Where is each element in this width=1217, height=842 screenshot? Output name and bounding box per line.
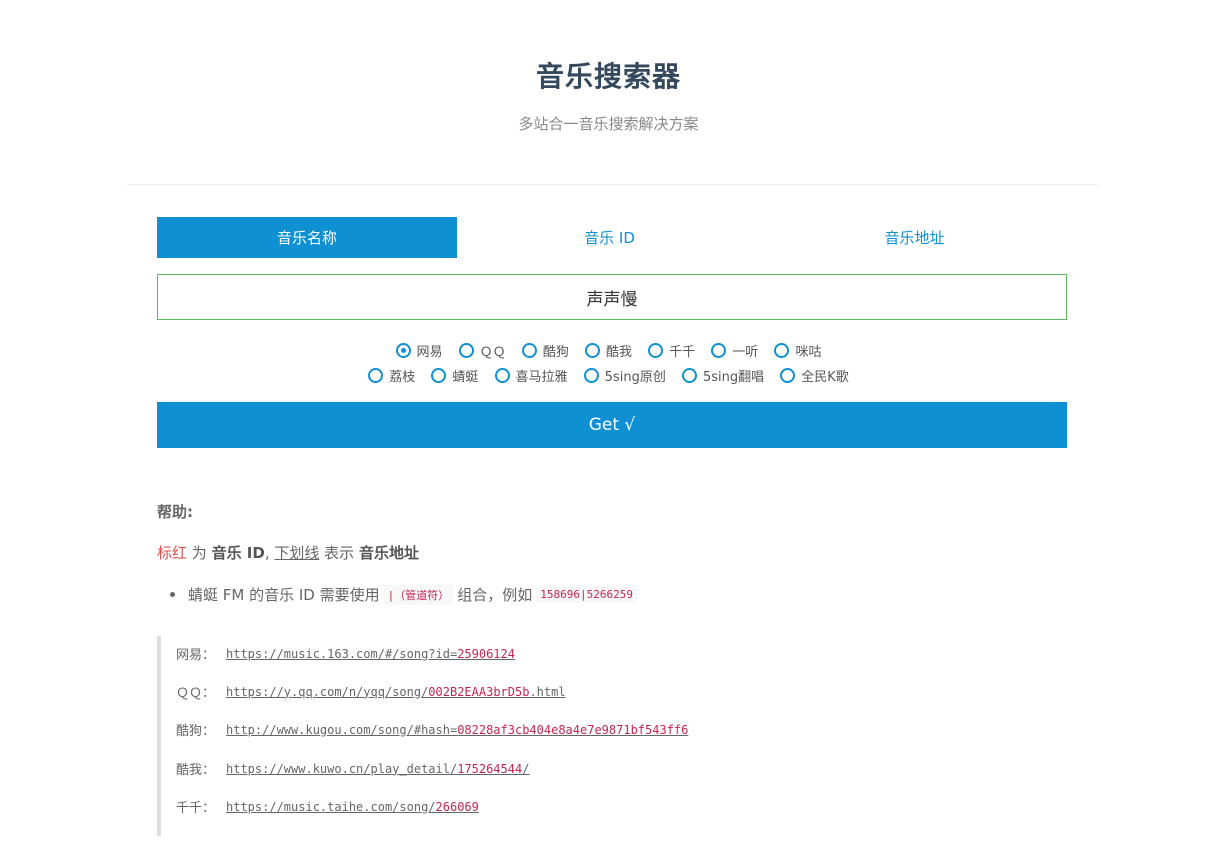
example-label: 网易： [176,648,216,663]
help-title: 帮助: [157,503,193,521]
example-row-kugou: 酷狗： http://www.kugou.com/song/#hash=0822… [176,720,688,740]
radio-yiting[interactable]: 一听 [711,341,758,360]
radio-label: 酷我 [605,345,632,360]
radio-5sing-original[interactable]: 5sing原创 [583,366,666,385]
radio-netease[interactable]: 网易 [395,341,443,360]
example-link[interactable]: http://www.kugou.com/song/#hash=08228af3… [226,723,688,737]
source-radio-group-2: 荔枝 蜻蜓 喜马拉雅 5sing原创 5sing翻唱 全民K歌 [0,366,1217,387]
radio-qianqian[interactable]: 千千 [648,341,695,360]
help-text: , [264,544,275,562]
radio-quanmin-kge[interactable]: 全民K歌 [780,366,849,385]
radio-circle-icon [711,343,727,358]
help-bold-id: 音乐 ID [211,544,265,562]
radio-circle-icon [431,368,447,383]
radio-label: 5sing原创 [604,370,666,385]
search-input[interactable] [157,274,1067,320]
tab-music-id[interactable]: 音乐 ID [457,217,762,258]
tab-music-name[interactable]: 音乐名称 [157,217,457,258]
radio-ximalaya[interactable]: 喜马拉雅 [494,366,568,385]
radio-circle-icon [780,368,796,383]
get-button[interactable]: Get √ [157,402,1067,448]
radio-circle-icon [368,368,384,383]
example-label: 酷我： [176,763,216,778]
bullet-text: 组合，例如 [457,586,533,604]
page-subtitle: 多站合一音乐搜索解决方案 [518,115,699,133]
radio-kugou[interactable]: 酷狗 [521,341,569,360]
page-title: 音乐搜索器 [535,60,681,93]
radio-label: 荔枝 [389,370,416,385]
help-bullet-item: 蜻蜓 FM 的音乐 ID 需要使用 |（管道符） 组合，例如 158696|52… [170,584,641,605]
radio-kuwo[interactable]: 酷我 [584,341,632,360]
radio-circle-icon [584,343,600,358]
help-text: 表示 [319,544,359,562]
radio-5sing-cover[interactable]: 5sing翻唱 [681,366,765,385]
radio-label: 一听 [732,345,759,360]
radio-label: 网易 [416,345,443,360]
radio-lizhi[interactable]: 荔枝 [368,366,415,385]
example-row-netease: 网易： https://music.163.com/#/song?id=2590… [176,644,515,664]
example-link[interactable]: https://music.163.com/#/song?id=25906124 [226,647,515,661]
example-label: 酷狗： [176,724,216,739]
radio-circle-icon [583,368,599,383]
example-row-qianqian: 千千： https://music.taihe.com/song/266069 [176,797,479,817]
radio-label: 蜻蜓 [452,370,479,385]
radio-label: 5sing翻唱 [702,370,765,385]
radio-circle-icon [648,343,664,358]
underline-mark-text: 下划线 [274,544,320,562]
radio-qq[interactable]: ＱＱ [458,341,506,360]
radio-label: 全民K歌 [801,370,849,385]
example-link[interactable]: https://music.taihe.com/song/266069 [226,800,479,814]
red-mark-text: 标红 [157,544,188,562]
radio-circle-icon [681,368,697,383]
radio-circle-icon [494,368,510,383]
example-label: 千千： [176,801,216,816]
example-link[interactable]: https://y.qq.com/n/yqq/song/002B2EAA3brD… [226,685,566,699]
example-label: ＱＱ： [176,686,216,701]
radio-circle-icon [774,343,790,358]
radio-label: 咪咕 [795,345,822,360]
radio-label: ＱＱ [479,345,506,360]
help-legend: 标红 为 音乐 ID, 下划线 表示 音乐地址 [157,542,419,563]
search-type-tabs: 音乐名称 音乐 ID 音乐地址 [157,217,1067,258]
help-text: 为 [187,544,212,562]
tab-music-url[interactable]: 音乐地址 [762,217,1067,258]
bullet-text: 蜻蜓 FM 的音乐 ID 需要使用 [188,586,380,604]
radio-label: 酷狗 [542,345,569,360]
bullet-dot-icon [170,592,175,597]
radio-label: 千千 [669,345,696,360]
radio-migu[interactable]: 咪咕 [774,341,821,360]
radio-circle-icon [395,343,411,358]
radio-circle-icon [458,343,474,358]
example-id-code: 158696|5266259 [536,586,637,603]
source-radio-group-1: 网易 ＱＱ 酷狗 酷我 千千 一听 咪咕 [0,341,1217,362]
divider [127,184,1098,185]
example-row-kuwo: 酷我： https://www.kuwo.cn/play_detail/1752… [176,759,529,779]
help-bold-url: 音乐地址 [358,544,419,562]
radio-circle-icon [521,343,537,358]
url-examples-blockquote: 网易： https://music.163.com/#/song?id=2590… [157,636,1067,836]
pipe-code: |（管道符） [383,584,454,605]
example-row-qq: ＱＱ： https://y.qq.com/n/yqq/song/002B2EAA… [176,682,566,702]
example-link[interactable]: https://www.kuwo.cn/play_detail/17526454… [226,762,529,776]
radio-label: 喜马拉雅 [515,370,568,385]
radio-qingting[interactable]: 蜻蜓 [431,366,478,385]
